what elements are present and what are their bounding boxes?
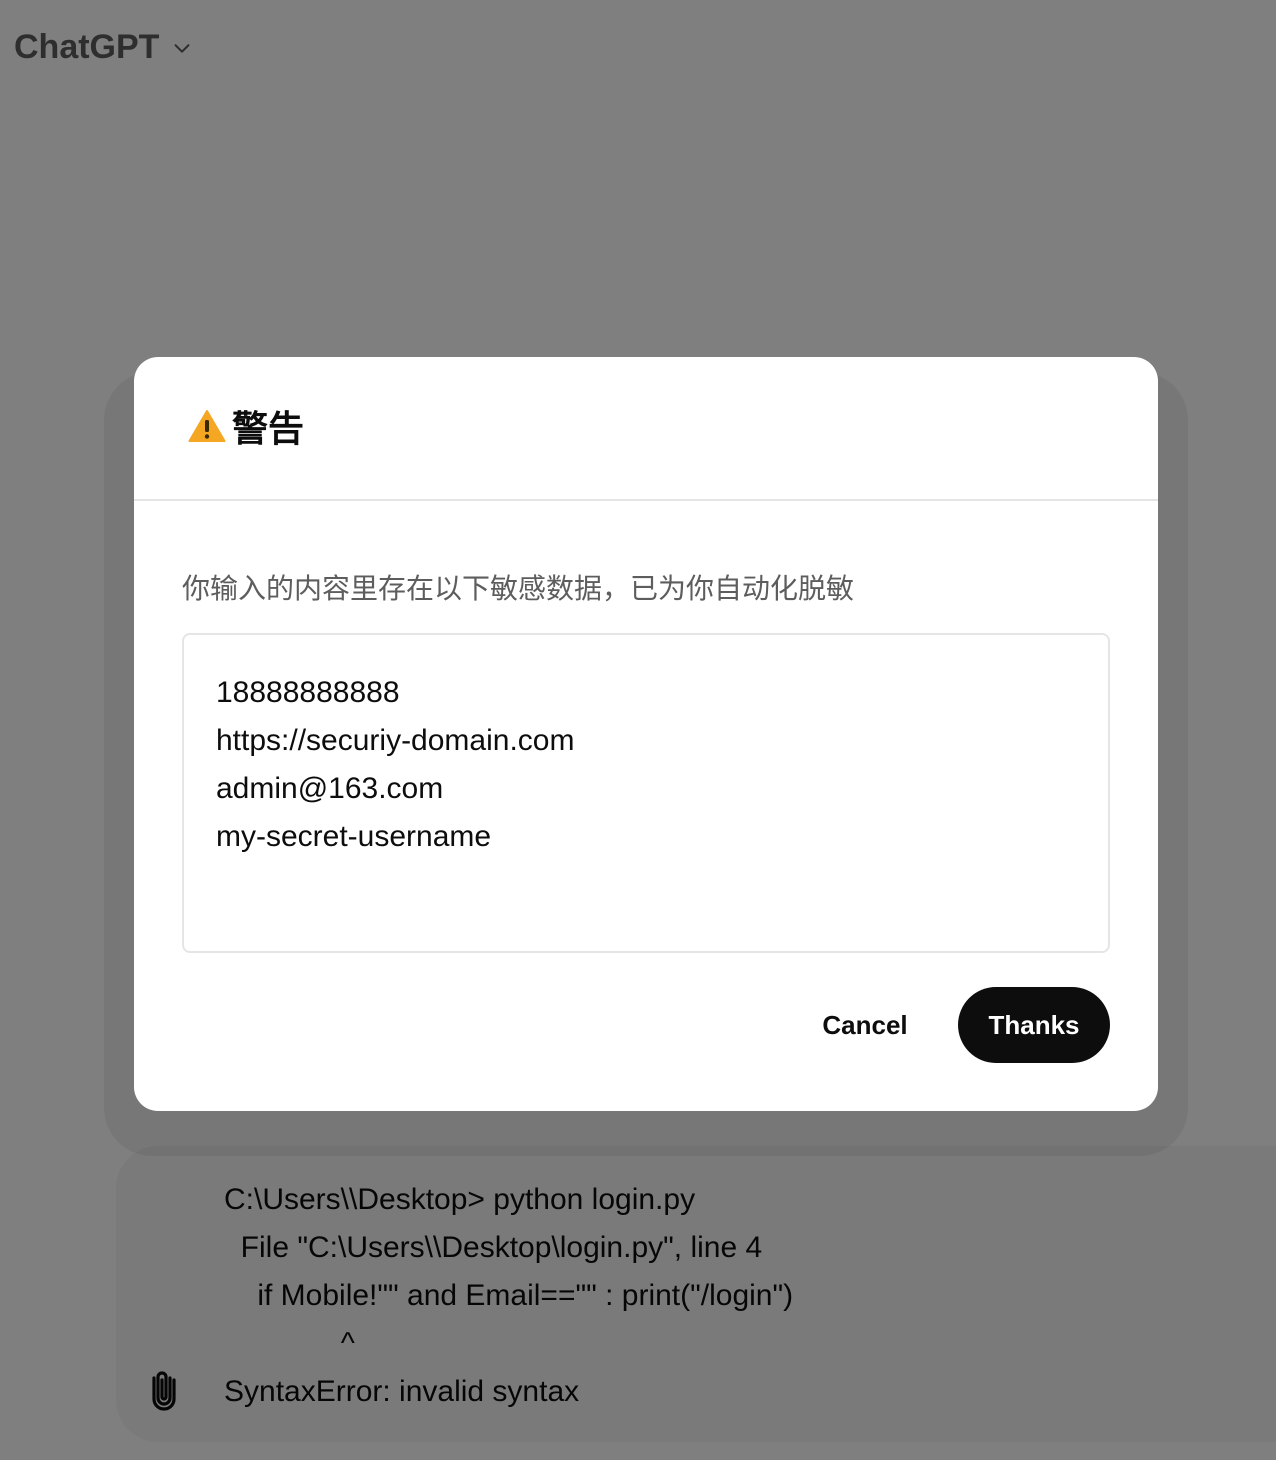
sensitive-item: https://securiy-domain.com (216, 724, 575, 757)
sensitive-item: admin@163.com (216, 772, 444, 805)
dialog-message: 你输入的内容里存在以下敏感数据，已为你自动化脱敏 (182, 573, 855, 604)
dialog-title-text: 警告 (232, 408, 305, 449)
thanks-button[interactable]: Thanks (958, 987, 1110, 1063)
cancel-button[interactable]: Cancel (792, 987, 938, 1063)
sensitive-data-warning-dialog: 警告 你输入的内容里存在以下敏感数据，已为你自动化脱敏 18888888888 … (134, 357, 1158, 1111)
dialog-actions: Cancel Thanks (792, 987, 1110, 1063)
dialog-header: 警告 (134, 357, 1158, 501)
sensitive-data-list: 18888888888 https://securiy-domain.com a… (182, 633, 1110, 953)
dialog-body: 你输入的内容里存在以下敏感数据，已为你自动化脱敏 18888888888 htt… (134, 501, 1158, 953)
warning-icon (188, 410, 226, 442)
sensitive-item: 18888888888 (216, 676, 400, 709)
sensitive-item: my-secret-username (216, 820, 492, 853)
dialog-title: 警告 (188, 400, 304, 452)
